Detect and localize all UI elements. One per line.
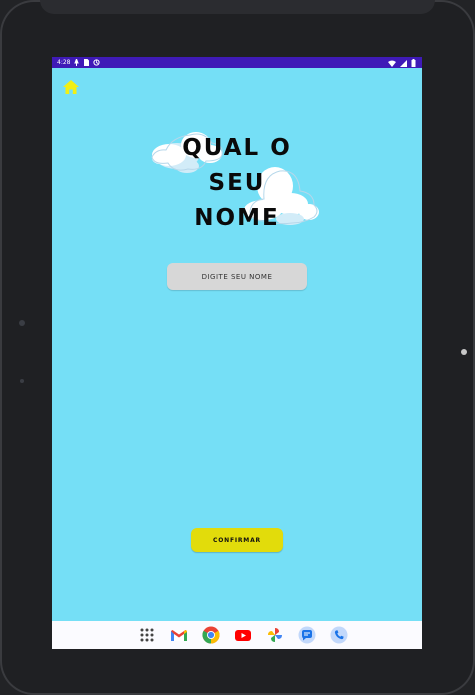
app-dock	[138, 626, 348, 644]
page-title: QUAL O SEU NOME	[172, 131, 302, 236]
tablet-frame: 4:28 QUAL O SEU NOME DIGITE SEU NOME CON…	[0, 0, 475, 695]
photos-icon[interactable]	[266, 626, 284, 644]
app-screen: 4:28 QUAL O SEU NOME DIGITE SEU NOME CON…	[52, 57, 422, 649]
power-button	[20, 379, 24, 383]
app-drawer-icon[interactable]	[138, 626, 156, 644]
title-line-3: NOME	[194, 205, 280, 231]
volume-button	[19, 320, 25, 326]
name-input[interactable]	[167, 263, 307, 290]
navigation-bar	[52, 621, 422, 649]
title-line-2: SEU	[208, 170, 266, 196]
messages-icon[interactable]	[298, 626, 316, 644]
gmail-icon[interactable]	[170, 626, 188, 644]
youtube-icon[interactable]	[234, 626, 252, 644]
confirm-button[interactable]: CONFIRMAR	[191, 528, 283, 552]
phone-icon[interactable]	[330, 626, 348, 644]
front-camera	[461, 349, 467, 355]
title-line-1: QUAL O	[182, 135, 292, 161]
tablet-top-bezel	[40, 0, 435, 14]
chrome-icon[interactable]	[202, 626, 220, 644]
